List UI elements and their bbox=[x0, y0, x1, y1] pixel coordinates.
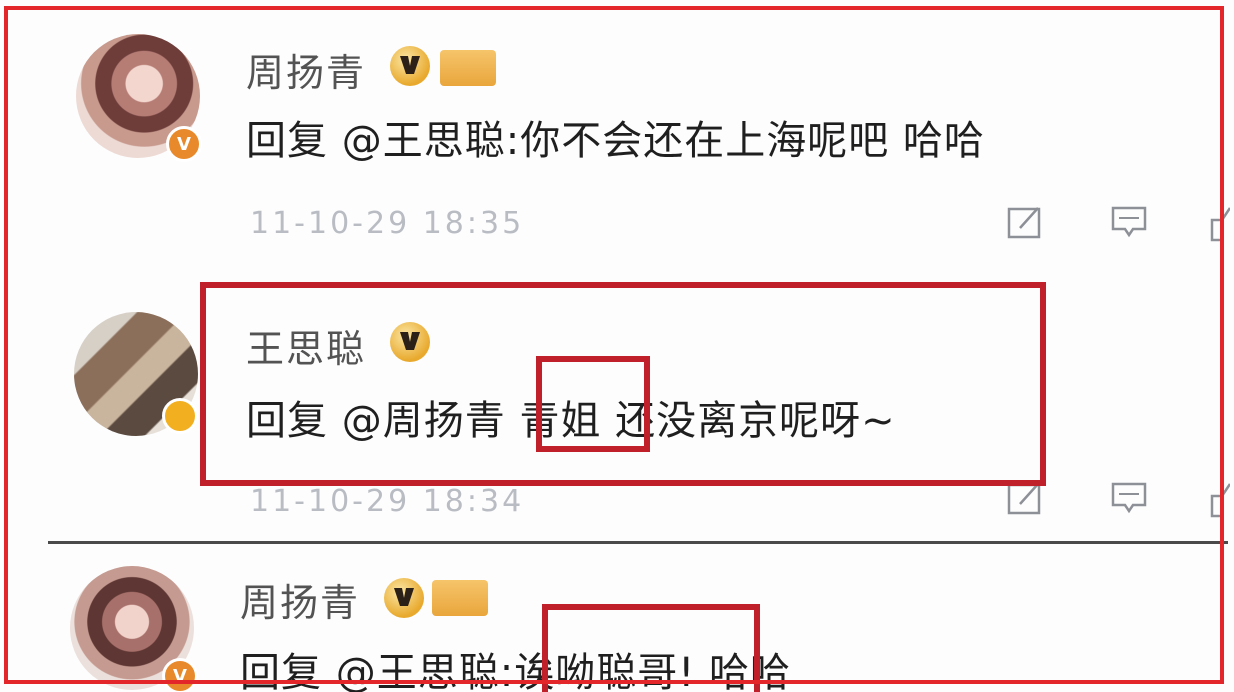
outer-highlight-frame bbox=[4, 6, 1224, 684]
weibo-comment-thread: V 周扬青 回复 @王思聪:你不会还在上海呢吧 哈哈 11-10-29 18:3… bbox=[0, 0, 1234, 692]
